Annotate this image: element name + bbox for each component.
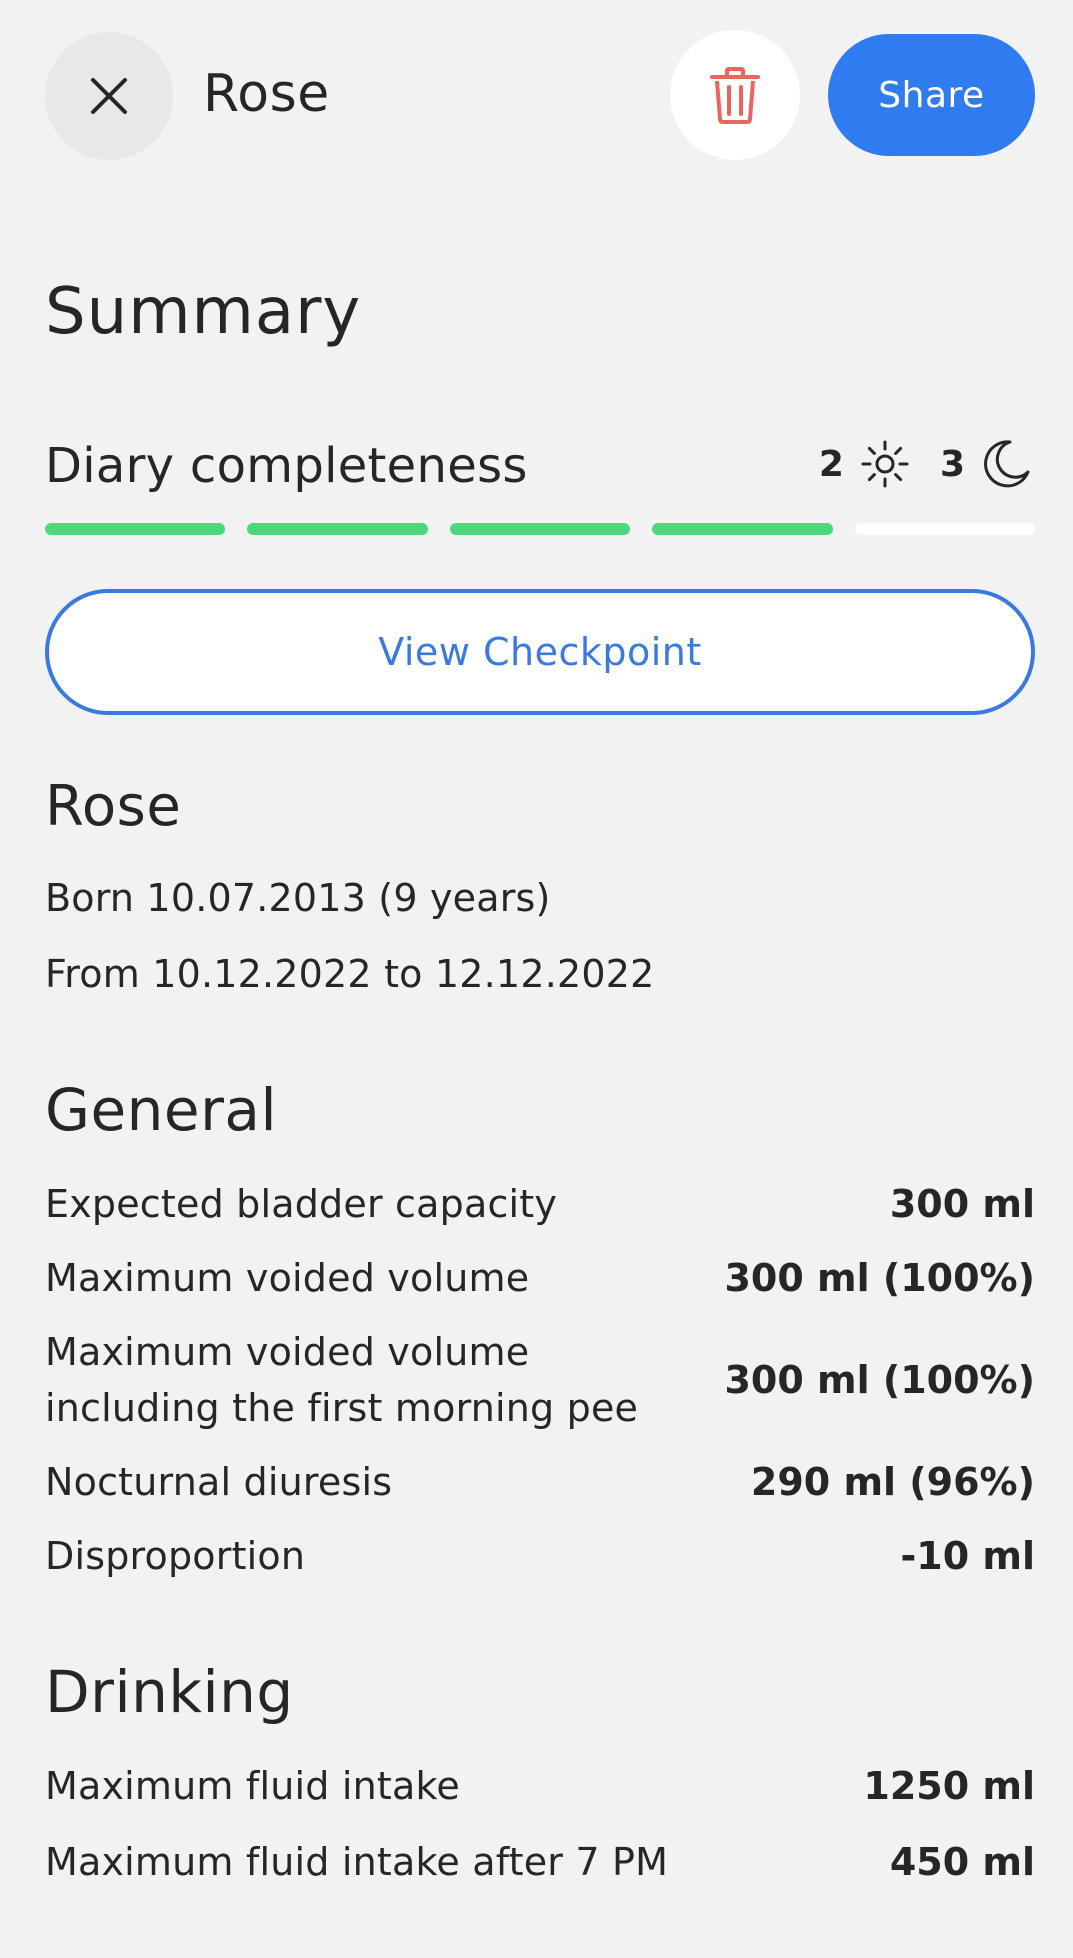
general-section-title: General xyxy=(45,1076,278,1144)
stat-row: Maximum fluid intake 1250 ml xyxy=(45,1758,1035,1814)
stat-label: Disproportion xyxy=(45,1534,306,1578)
stat-value: 290 ml (96%) xyxy=(750,1460,1035,1504)
header-title: Rose xyxy=(203,64,330,124)
patient-born: Born 10.07.2013 (9 years) xyxy=(45,876,551,920)
view-checkpoint-button[interactable]: View Checkpoint xyxy=(45,589,1035,715)
stat-row: Maximum voided volume including the firs… xyxy=(45,1324,1035,1436)
stat-value: 1250 ml xyxy=(863,1764,1035,1808)
stat-value: 300 ml (100%) xyxy=(724,1358,1035,1402)
stat-value: 300 ml xyxy=(889,1182,1035,1226)
trash-icon xyxy=(710,67,760,124)
stat-row: Disproportion -10 ml xyxy=(45,1528,1035,1584)
stat-label: Expected bladder capacity xyxy=(45,1182,558,1226)
stat-row: Maximum voided volume 300 ml (100%) xyxy=(45,1250,1035,1306)
close-button[interactable] xyxy=(45,32,173,160)
stat-value: 450 ml xyxy=(889,1840,1035,1884)
moon-icon xyxy=(979,437,1033,491)
stat-label: Maximum fluid intake xyxy=(45,1764,460,1808)
stat-value: -10 ml xyxy=(900,1534,1035,1578)
share-button[interactable]: Share xyxy=(828,34,1035,156)
stat-label: Maximum voided volume including the firs… xyxy=(45,1330,639,1430)
summary-title: Summary xyxy=(45,275,362,349)
stat-row: Maximum fluid intake after 7 PM 450 ml xyxy=(45,1834,1035,1890)
stat-value: 300 ml (100%) xyxy=(724,1256,1035,1300)
close-icon xyxy=(91,78,127,114)
progress-segment-complete xyxy=(652,523,833,535)
night-count: 3 xyxy=(939,443,965,485)
completeness-progress xyxy=(45,523,1036,535)
day-count: 2 xyxy=(818,443,844,485)
drinking-section-title: Drinking xyxy=(45,1658,294,1726)
progress-segment-incomplete xyxy=(854,523,1036,535)
day-night-counts: 2 3 xyxy=(819,434,1033,494)
stat-label: Maximum fluid intake after 7 PM xyxy=(45,1840,669,1884)
patient-name: Rose xyxy=(45,774,182,839)
stat-label: Nocturnal diuresis xyxy=(45,1460,393,1504)
page: Rose Share Summary Diary completeness 2 xyxy=(0,0,1073,1958)
stat-row: Nocturnal diuresis 290 ml (96%) xyxy=(45,1454,1035,1510)
progress-segment-complete xyxy=(45,523,226,535)
diary-date-range: From 10.12.2022 to 12.12.2022 xyxy=(45,952,655,996)
stat-row: Expected bladder capacity 300 ml xyxy=(45,1176,1035,1232)
progress-segment-complete xyxy=(247,523,428,535)
progress-segment-complete xyxy=(449,523,631,535)
sun-icon xyxy=(858,437,912,491)
diary-completeness-label: Diary completeness xyxy=(45,438,528,494)
delete-button[interactable] xyxy=(670,30,800,160)
stat-label: Maximum voided volume xyxy=(45,1256,530,1300)
